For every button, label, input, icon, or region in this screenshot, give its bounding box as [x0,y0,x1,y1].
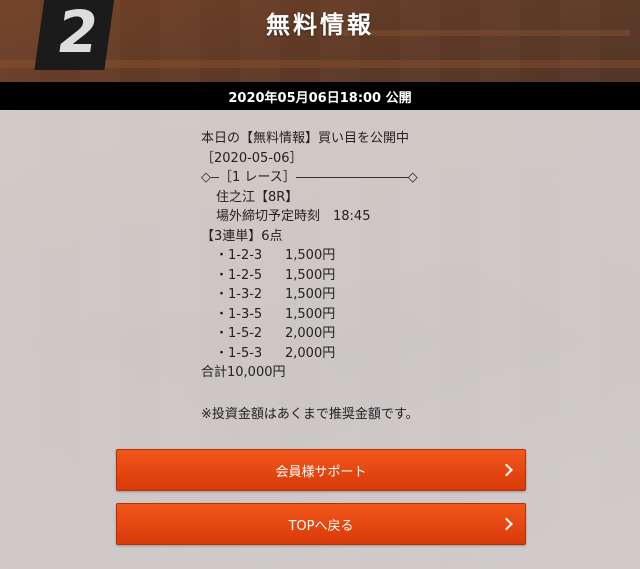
race-date: ［2020-05-06］ [201,150,303,166]
bet-combo: ・1-2-3 [215,248,263,263]
publish-date-bar: 2020年05月06日18:00 公開 [0,82,640,110]
bet-row: ・1-5-2 2,000円 [201,324,501,344]
back-to-top-button[interactable]: TOPへ戻る [116,503,526,545]
venue-race: 住之江【8R】 [216,189,299,205]
diamond-icon: ◇ [407,170,418,185]
disclaimer-note: ※投資金額はあくまで推奨金額です。 [201,406,419,422]
bet-combo: ・1-3-2 [215,287,263,302]
bet-row: ・1-2-5 1,500円 [201,266,501,286]
bet-combo: ・1-5-3 [215,345,263,361]
divider-line [211,177,219,179]
bet-amount: 1,500円 [285,248,336,263]
bet-amount: 1,500円 [285,306,336,322]
chevron-right-icon [500,463,513,477]
total-amount: 合計10,000円 [201,365,286,380]
free-info-content: 本日の【無料情報】買い目を公開中 ［2020-05-06］ ◇ ［1 レース］ … [201,129,501,424]
publish-datetime: 2020年05月06日18:00 公開 [228,90,412,106]
bet-row: ・1-2-3 1,500円 [201,246,501,266]
member-support-label: 会員様サポート [275,464,367,480]
back-to-top-label: TOPへ戻る [288,518,354,534]
bet-combo: ・1-3-5 [215,306,263,322]
bet-amount: 2,000円 [285,345,336,361]
bet-row: ・1-5-3 2,000円 [201,344,501,364]
bet-amount: 1,500円 [285,267,336,283]
bet-combo: ・1-2-5 [215,267,263,283]
bet-amount: 1,500円 [285,287,336,302]
bet-row: ・1-3-5 1,500円 [201,305,501,325]
chevron-right-icon [500,517,513,531]
bet-combo: ・1-5-2 [215,326,263,341]
race-count-divider: ◇ ［1 レース］ ◇ [201,168,501,188]
diamond-icon: ◇ [201,170,211,185]
bet-row: ・1-3-2 1,500円 [201,285,501,305]
bet-type: 【3連単】6点 [201,228,283,244]
member-support-button[interactable]: 会員様サポート [116,449,526,491]
race-count-label: ［1 レース］ [219,170,296,185]
bet-amount: 2,000円 [285,326,336,341]
deadline-time: 場外締切予定時刻 18:45 [216,209,371,224]
intro-text: 本日の【無料情報】買い目を公開中 [201,131,410,146]
page-title: 無料情報 [266,11,374,39]
divider-line [295,177,408,179]
